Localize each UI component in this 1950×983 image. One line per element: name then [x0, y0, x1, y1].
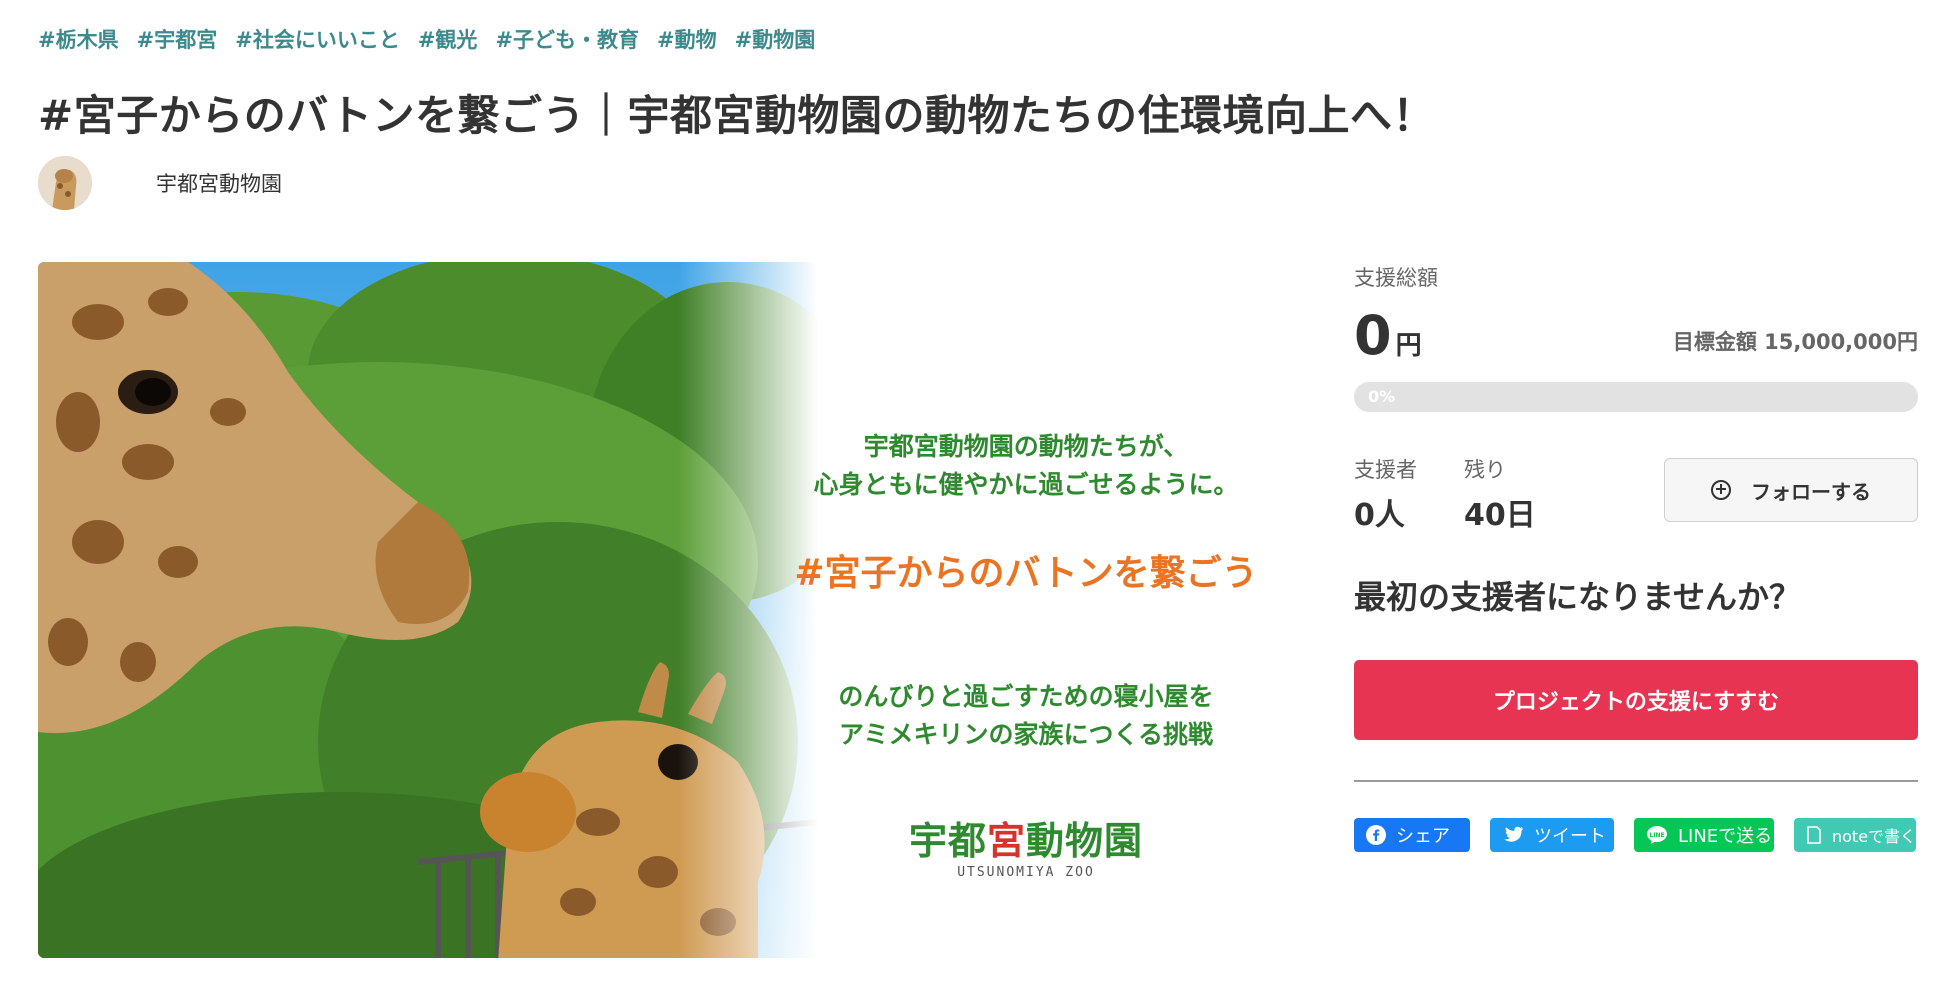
tag-link[interactable]: #子ども・教育	[495, 24, 639, 54]
divider	[1354, 780, 1918, 782]
line-icon: LINE	[1646, 825, 1668, 845]
hero-hashtag: #宮子からのバトンを繋ごう	[794, 552, 1258, 594]
tag-link[interactable]: #動物	[657, 24, 717, 54]
facebook-icon	[1366, 825, 1386, 845]
owner-name[interactable]: 宇都宮動物園	[156, 168, 282, 198]
share-buttons: シェア ツイート LINE LINEで送る noteで書く	[1354, 818, 1916, 852]
hero-text-panel: 宇都宮動物園の動物たちが、 心身ともに健やかに過ごせるように。 #宮子からのバト…	[778, 262, 1274, 958]
support-button[interactable]: プロジェクトの支援にすすむ	[1354, 660, 1918, 740]
hero-line-1: 宇都宮動物園の動物たちが、	[863, 432, 1189, 461]
remaining-stat: 残り 40日	[1464, 458, 1536, 533]
hero-line-4: アミメキリンの家族につくる挑戦	[838, 720, 1213, 749]
tag-link[interactable]: #観光	[418, 24, 478, 54]
progress-bar: 0%	[1354, 382, 1918, 412]
twitter-share-button[interactable]: ツイート	[1490, 818, 1614, 852]
twitter-bird-icon	[1502, 826, 1524, 844]
facebook-share-button[interactable]: シェア	[1354, 818, 1470, 852]
project-title: #宮子からのバトンを繋ごう｜宇都宮動物園の動物たちの住環境向上へ！	[38, 91, 1435, 140]
tag-link[interactable]: #動物園	[735, 24, 816, 54]
total-label: 支援総額	[1354, 266, 1438, 290]
first-backer-prompt: 最初の支援者になりませんか？	[1354, 578, 1802, 616]
plus-circle-icon	[1711, 480, 1731, 500]
tag-link[interactable]: #宇都宮	[137, 24, 218, 54]
note-icon	[1806, 826, 1822, 844]
zoo-logo: 宇都宮動物園 UTSUNOMIYA ZOO	[908, 819, 1144, 880]
progress-text: 0%	[1368, 387, 1396, 406]
goal-amount: 目標金額 15,000,000円	[1672, 330, 1918, 354]
backers-stat: 支援者 0人	[1354, 458, 1417, 533]
project-owner[interactable]: 宇都宮動物園	[38, 156, 282, 210]
funding-panel: 支援総額 0円 目標金額 15,000,000円 0% 支援者 0人 残り 40…	[1354, 262, 1918, 852]
note-share-button[interactable]: noteで書く	[1794, 818, 1916, 852]
total-amount: 0円	[1354, 304, 1422, 367]
line-share-button[interactable]: LINE LINEで送る	[1634, 818, 1774, 852]
follow-button[interactable]: フォローする	[1664, 458, 1918, 522]
hero-line-2: 心身ともに健やかに過ごせるように。	[813, 470, 1239, 499]
giraffe-avatar[interactable]	[38, 156, 92, 210]
tag-link[interactable]: #社会にいいこと	[235, 24, 400, 54]
tag-list: #栃木県 #宇都宮 #社会にいいこと #観光 #子ども・教育 #動物 #動物園	[38, 24, 833, 54]
hero-line-3: のんびりと過ごすための寝小屋を	[838, 682, 1214, 711]
hero-image: 宇都宮動物園の動物たちが、 心身ともに健やかに過ごせるように。 #宮子からのバト…	[38, 262, 1274, 958]
svg-text:LINE: LINE	[1649, 832, 1664, 839]
tag-link[interactable]: #栃木県	[38, 24, 119, 54]
